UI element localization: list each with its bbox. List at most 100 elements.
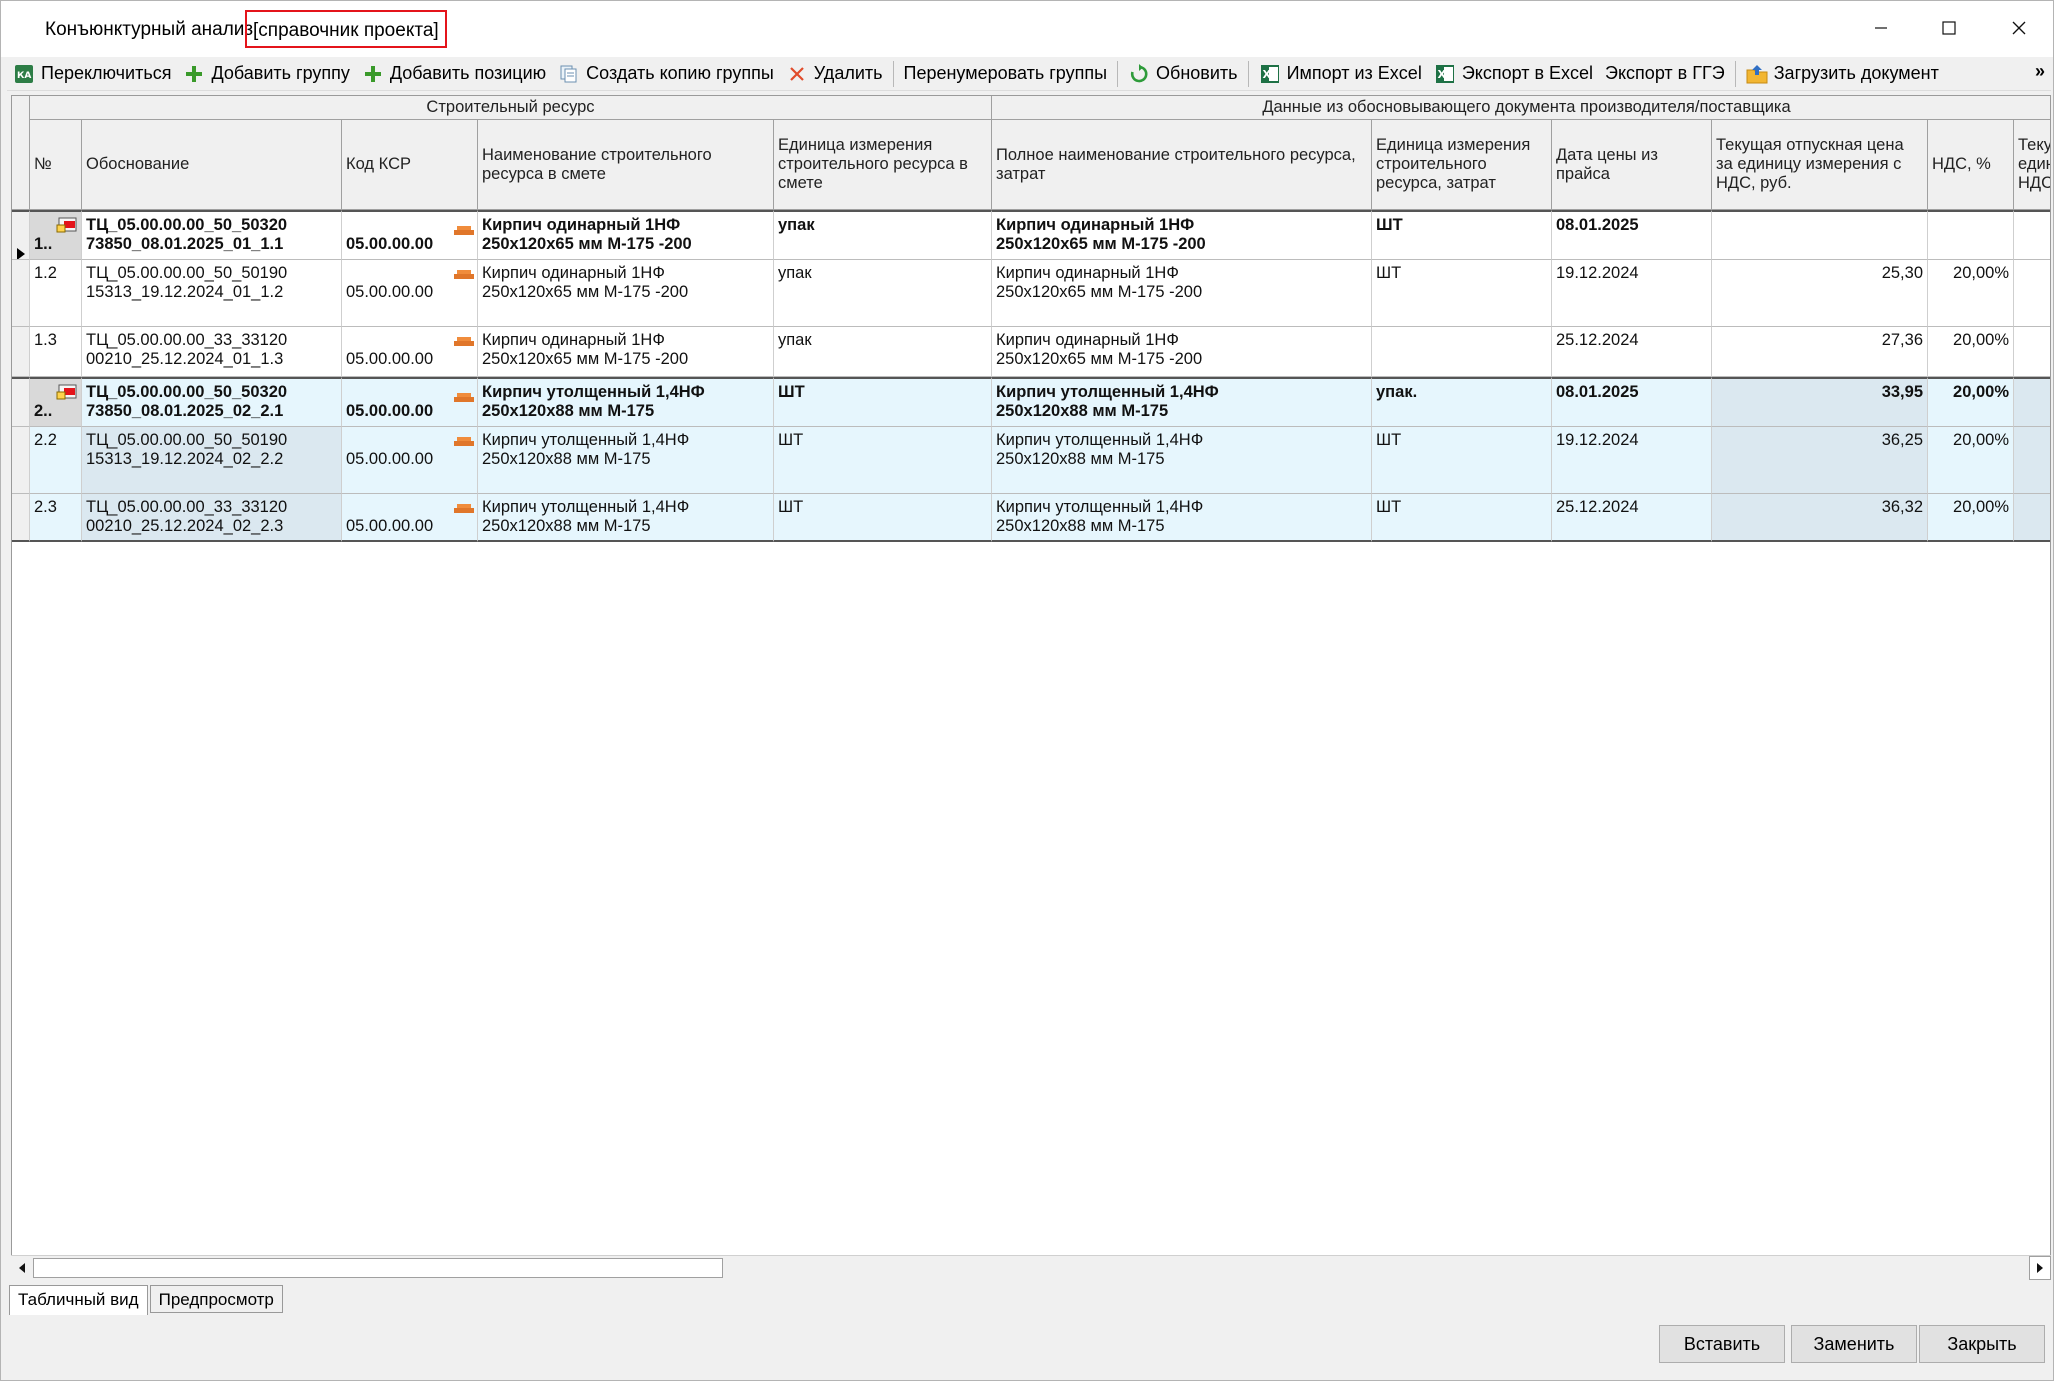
table-cell-unit[interactable]: ШТ xyxy=(774,494,992,542)
table-cell-full-name[interactable]: Кирпич утолщенный 1,4НФ 250х120х88 мм М-… xyxy=(992,494,1372,542)
close-button[interactable]: Закрыть xyxy=(1919,1325,2045,1363)
table-cell-vat[interactable]: 20,00% xyxy=(1928,377,2014,427)
table-cell-num[interactable]: 1.3 xyxy=(30,327,82,377)
table-cell-price[interactable]: 25,30 xyxy=(1712,260,1928,327)
table-cell-num[interactable]: 2.2 xyxy=(30,427,82,494)
import-excel-button[interactable]: X Импорт из Excel xyxy=(1253,58,1428,90)
table-cell-price[interactable]: 36,25 xyxy=(1712,427,1928,494)
table-cell-full-name[interactable]: Кирпич одинарный 1НФ 250х120х65 мм М-175… xyxy=(992,327,1372,377)
maximize-button[interactable] xyxy=(1915,1,1983,55)
col-header-unit-cost[interactable]: Единица измерения строительного ресурса,… xyxy=(1372,120,1552,210)
export-gge-button[interactable]: Экспорт в ГГЭ xyxy=(1599,58,1731,90)
row-selector[interactable] xyxy=(12,377,30,427)
table-cell-price-date[interactable]: 25.12.2024 xyxy=(1552,494,1712,542)
horizontal-scrollbar[interactable] xyxy=(11,1255,2051,1280)
table-cell-basis[interactable]: ТЦ_05.00.00.00_33_33120 00210_25.12.2024… xyxy=(82,327,342,377)
table-cell-num[interactable]: 1.2 xyxy=(30,260,82,327)
table-cell-basis[interactable]: ТЦ_05.00.00.00_50_50190 15313_19.12.2024… xyxy=(82,427,342,494)
table-cell-basis[interactable]: ТЦ_05.00.00.00_33_33120 00210_25.12.2024… xyxy=(82,494,342,542)
close-window-button[interactable] xyxy=(1985,1,2053,55)
scroll-right-button[interactable] xyxy=(2029,1256,2051,1280)
load-document-button[interactable]: Загрузить документ xyxy=(1740,58,1945,90)
table-cell-unit[interactable]: ШТ xyxy=(774,377,992,427)
col-header-resource-name[interactable]: Наименование строительного ресурса в сме… xyxy=(478,120,774,210)
replace-button[interactable]: Заменить xyxy=(1791,1325,1917,1363)
table-cell-price-date[interactable]: 08.01.2025 xyxy=(1552,377,1712,427)
table-cell-price-date[interactable]: 25.12.2024 xyxy=(1552,327,1712,377)
table-cell-full-name[interactable]: Кирпич утолщенный 1,4НФ 250х120х88 мм М-… xyxy=(992,377,1372,427)
table-cell-next[interactable] xyxy=(2014,260,2050,327)
table-cell-unit[interactable]: упак xyxy=(774,327,992,377)
table-cell-vat[interactable]: 20,00% xyxy=(1928,327,2014,377)
table-cell-ksr[interactable]: 05.00.00.00 xyxy=(342,260,478,327)
table-cell-vat[interactable]: 20,00% xyxy=(1928,494,2014,542)
row-selector[interactable] xyxy=(12,427,30,494)
copy-group-button[interactable]: Создать копию группы xyxy=(552,58,780,90)
renumber-groups-button[interactable]: Перенумеровать группы xyxy=(898,58,1114,90)
table-cell-resource-name[interactable]: Кирпич утолщенный 1,4НФ 250х120х88 мм М-… xyxy=(478,377,774,427)
table-cell-unit-cost[interactable]: ШТ xyxy=(1372,427,1552,494)
table-cell-unit-cost[interactable]: ШТ xyxy=(1372,494,1552,542)
row-selector-current[interactable] xyxy=(12,210,30,260)
table-cell-resource-name[interactable]: Кирпич одинарный 1НФ 250х120х65 мм М-175… xyxy=(478,210,774,260)
export-excel-button[interactable]: X Экспорт в Excel xyxy=(1428,58,1599,90)
table-cell-ksr[interactable]: 05.00.00.00 xyxy=(342,377,478,427)
row-selector[interactable] xyxy=(12,327,30,377)
table-cell-next[interactable] xyxy=(2014,210,2050,260)
toolbar-overflow-button[interactable]: » xyxy=(2035,61,2045,82)
table-cell-price[interactable]: 33,95 xyxy=(1712,377,1928,427)
table-cell-ksr[interactable]: 05.00.00.00 xyxy=(342,327,478,377)
scroll-left-button[interactable] xyxy=(11,1256,33,1280)
row-selector[interactable] xyxy=(12,494,30,542)
table-cell-price[interactable] xyxy=(1712,210,1928,260)
row-selector[interactable] xyxy=(12,260,30,327)
table-cell-num[interactable]: 1.. xyxy=(30,210,82,260)
insert-button[interactable]: Вставить xyxy=(1659,1325,1785,1363)
table-cell-ksr[interactable]: 05.00.00.00 xyxy=(342,210,478,260)
add-position-button[interactable]: Добавить позицию xyxy=(356,58,552,90)
minimize-button[interactable] xyxy=(1847,1,1915,55)
table-cell-vat[interactable] xyxy=(1928,210,2014,260)
scrollbar-thumb[interactable] xyxy=(33,1258,723,1278)
table-cell-next[interactable] xyxy=(2014,427,2050,494)
col-header-full-name[interactable]: Полное наименование строительного ресурс… xyxy=(992,120,1372,210)
refresh-button[interactable]: Обновить xyxy=(1122,58,1244,90)
table-cell-next[interactable] xyxy=(2014,494,2050,542)
table-cell-next[interactable] xyxy=(2014,327,2050,377)
table-cell-full-name[interactable]: Кирпич одинарный 1НФ 250х120х65 мм М-175… xyxy=(992,210,1372,260)
table-cell-price-date[interactable]: 08.01.2025 xyxy=(1552,210,1712,260)
col-header-next[interactable]: Теку единица НДС, xyxy=(2014,120,2050,210)
col-header-basis[interactable]: Обоснование xyxy=(82,120,342,210)
table-cell-price-date[interactable]: 19.12.2024 xyxy=(1552,260,1712,327)
col-header-vat[interactable]: НДС, % xyxy=(1928,120,2014,210)
col-header-ksr-code[interactable]: Код КСР xyxy=(342,120,478,210)
table-cell-unit[interactable]: упак xyxy=(774,210,992,260)
table-cell-price[interactable]: 36,32 xyxy=(1712,494,1928,542)
table-cell-resource-name[interactable]: Кирпич одинарный 1НФ 250х120х65 мм М-175… xyxy=(478,327,774,377)
table-cell-full-name[interactable]: Кирпич одинарный 1НФ 250х120х65 мм М-175… xyxy=(992,260,1372,327)
col-header-current-price[interactable]: Текущая отпускная цена за единицу измере… xyxy=(1712,120,1928,210)
analysis-grid[interactable]: Строительный ресурс Данные из обосновыва… xyxy=(11,95,2051,1279)
col-header-price-date[interactable]: Дата цены из прайса xyxy=(1552,120,1712,210)
table-cell-price-date[interactable]: 19.12.2024 xyxy=(1552,427,1712,494)
table-cell-basis[interactable]: ТЦ_05.00.00.00_50_50320 73850_08.01.2025… xyxy=(82,377,342,427)
col-header-num[interactable]: № xyxy=(30,120,82,210)
table-cell-basis[interactable]: ТЦ_05.00.00.00_50_50190 15313_19.12.2024… xyxy=(82,260,342,327)
tab-preview[interactable]: Предпросмотр xyxy=(149,1285,283,1313)
table-cell-unit[interactable]: упак xyxy=(774,260,992,327)
table-cell-unit-cost[interactable]: ШТ xyxy=(1372,210,1552,260)
table-cell-resource-name[interactable]: Кирпич утолщенный 1,4НФ 250х120х88 мм М-… xyxy=(478,427,774,494)
table-cell-vat[interactable]: 20,00% xyxy=(1928,427,2014,494)
table-cell-num[interactable]: 2.3 xyxy=(30,494,82,542)
table-cell-vat[interactable]: 20,00% xyxy=(1928,260,2014,327)
table-cell-resource-name[interactable]: Кирпич одинарный 1НФ 250х120х65 мм М-175… xyxy=(478,260,774,327)
table-cell-next[interactable] xyxy=(2014,377,2050,427)
table-cell-unit-cost[interactable]: ШТ xyxy=(1372,260,1552,327)
table-cell-basis[interactable]: ТЦ_05.00.00.00_50_50320 73850_08.01.2025… xyxy=(82,210,342,260)
table-cell-ksr[interactable]: 05.00.00.00 xyxy=(342,427,478,494)
table-cell-num[interactable]: 2.. xyxy=(30,377,82,427)
table-cell-full-name[interactable]: Кирпич утолщенный 1,4НФ 250х120х88 мм М-… xyxy=(992,427,1372,494)
switch-button[interactable]: КА Переключиться xyxy=(7,58,177,90)
table-cell-resource-name[interactable]: Кирпич утолщенный 1,4НФ 250х120х88 мм М-… xyxy=(478,494,774,542)
col-header-unit[interactable]: Единица измерения строительного ресурса … xyxy=(774,120,992,210)
